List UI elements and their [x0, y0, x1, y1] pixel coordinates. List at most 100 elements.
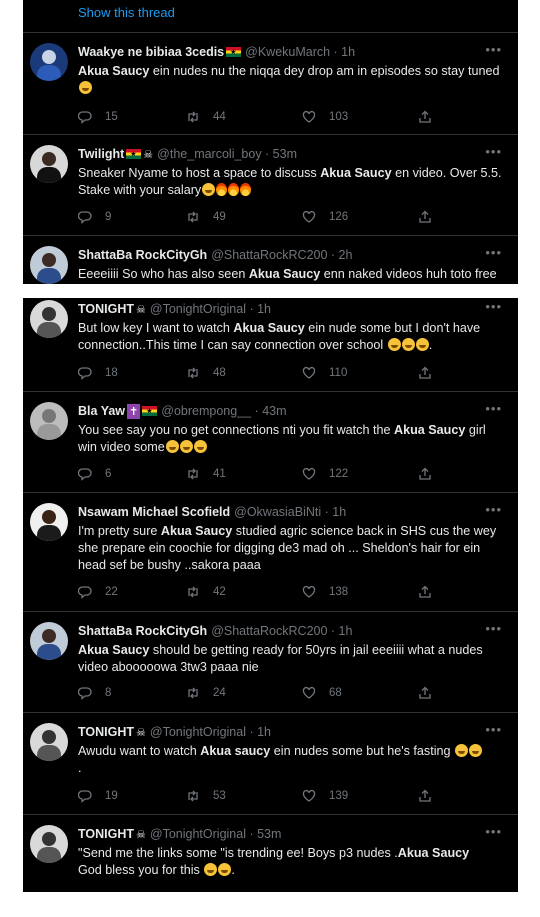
tweet[interactable]: ShattaBa RockCityGh @ShattaRockRC200 · 2h… [23, 235, 518, 284]
tweet-header: TONIGHT ☠ @TonightOriginal · 53m [78, 826, 478, 842]
highlight: Akua Saucy [233, 321, 305, 335]
like-count: 138 [329, 586, 349, 598]
handle-and-time[interactable]: @the_marcoli_boy · 53m [157, 147, 297, 161]
avatar[interactable] [30, 402, 68, 440]
text-part: Awudu want to watch [78, 744, 201, 758]
show-thread-label[interactable]: Show this thread [78, 5, 175, 20]
share-icon [419, 366, 431, 379]
ghana-flag-emoji [226, 45, 242, 60]
ghana-flag-emoji [142, 404, 158, 419]
handle-and-time[interactable]: @OkwasiaBiNti · 1h [234, 505, 346, 519]
handle-and-time[interactable]: @ShattaRockRC200 · 2h [211, 248, 352, 262]
reply-count: 6 [105, 468, 112, 480]
crying-emoji [179, 440, 193, 453]
share-icon [419, 789, 431, 802]
more-icon[interactable]: ••• [485, 299, 502, 314]
show-thread-link[interactable]: Show this thread [23, 0, 518, 30]
reply-icon [78, 367, 92, 380]
more-icon[interactable]: ••• [485, 502, 502, 517]
laughing-emoji [218, 863, 232, 876]
display-name[interactable]: Nsawam Michael Scofield [78, 505, 230, 519]
text-part: But low key I want to watch [78, 321, 234, 335]
handle-and-time[interactable]: @ShattaRockRC200 · 1h [211, 624, 352, 638]
cross-emoji: ✝ [127, 404, 141, 419]
tweet-actions: 19 53 139 [78, 788, 478, 804]
avatar[interactable] [30, 43, 68, 81]
tweet-text: Eeeeiiii So who has also seen Akua Saucy… [78, 266, 503, 284]
like-icon [302, 366, 316, 379]
highlight: Akua Saucy [397, 846, 470, 860]
retweet-count: 48 [213, 367, 226, 379]
avatar[interactable] [30, 723, 68, 761]
highlight: Akua Saucy [160, 524, 233, 538]
like-icon [302, 110, 316, 123]
display-name[interactable]: ShattaBa RockCityGh [78, 624, 207, 638]
more-icon[interactable]: ••• [485, 722, 502, 737]
retweet-count: 41 [213, 468, 226, 480]
display-name[interactable]: TONIGHT [78, 827, 134, 841]
display-name[interactable]: TONIGHT [78, 302, 134, 316]
skull-emoji: ☠ [136, 727, 146, 739]
tweet-header: Waakye ne bibiaa 3cedis @KwekuMarch · 1h [78, 44, 478, 60]
tweet[interactable]: ShattaBa RockCityGh @ShattaRockRC200 · 1h… [23, 611, 518, 711]
like-icon [302, 467, 316, 480]
avatar[interactable] [30, 145, 68, 183]
avatar[interactable] [30, 503, 68, 541]
tweet-header: Bla Yaw✝ @obrempong__ · 43m [78, 403, 478, 419]
tweet[interactable]: TONIGHT ☠ @TonightOriginal · 53m ••• "Send… [23, 814, 518, 892]
retweet-icon [188, 211, 198, 223]
laughing-emoji [387, 338, 401, 351]
highlight: Akua Saucy [248, 267, 321, 281]
avatar[interactable] [30, 246, 68, 284]
timeline-panel-top: Show this thread Waakye ne bibiaa 3cedis… [23, 0, 518, 284]
like-icon [302, 210, 316, 223]
like-count: 139 [329, 790, 349, 802]
skull-emoji: ☠ [136, 829, 146, 841]
text-part: . [78, 761, 82, 775]
more-icon[interactable]: ••• [485, 621, 502, 636]
retweet-count: 42 [213, 586, 226, 598]
retweet-icon [188, 586, 198, 598]
display-name[interactable]: Twilight [78, 147, 124, 161]
handle-and-time[interactable]: @TonightOriginal · 53m [150, 827, 282, 841]
display-name[interactable]: TONIGHT [78, 725, 134, 739]
display-name[interactable]: ShattaBa RockCityGh [78, 248, 207, 262]
laughing-emoji [455, 744, 469, 757]
retweet-icon [188, 468, 198, 480]
handle-and-time[interactable]: @KwekuMarch · 1h [245, 45, 355, 59]
tweet[interactable]: TONIGHT ☠ @TonightOriginal · 1h ••• Awudu … [23, 712, 518, 813]
retweet-count: 49 [213, 211, 226, 223]
tweet-actions: 22 42 138 [78, 584, 478, 600]
text-part: Eeeeiiii So who has also seen [78, 267, 249, 281]
retweet-icon [188, 367, 198, 379]
display-name[interactable]: Bla Yaw [78, 404, 125, 418]
more-icon[interactable]: ••• [485, 245, 502, 260]
avatar[interactable] [30, 300, 68, 338]
avatar[interactable] [30, 825, 68, 863]
tweet[interactable]: Nsawam Michael Scofield @OkwasiaBiNti · 1… [23, 492, 518, 610]
tweet[interactable]: Bla Yaw✝ @obrempong__ · 43m ••• You see s… [23, 391, 518, 491]
like-icon [302, 686, 316, 699]
highlight: Akua Saucy [78, 643, 150, 657]
tweet[interactable]: TONIGHT ☠ @TonightOriginal · 1h ••• But lo… [23, 298, 518, 390]
tweet[interactable]: Waakye ne bibiaa 3cedis@KwekuMarch · 1h … [23, 32, 518, 133]
avatar[interactable] [30, 622, 68, 660]
retweet-count: 44 [213, 111, 226, 123]
skull-emoji: ☠ [136, 304, 146, 316]
tweet-header: ShattaBa RockCityGh @ShattaRockRC200 · 2h [78, 247, 478, 263]
reply-count: 22 [105, 586, 118, 598]
tweet-text: You see say you no get connections nti y… [78, 422, 503, 456]
share-icon [419, 686, 431, 699]
display-name[interactable]: Waakye ne bibiaa 3cedis [78, 45, 224, 59]
more-icon[interactable]: ••• [485, 42, 502, 57]
handle-and-time[interactable]: @TonightOriginal · 1h [150, 302, 271, 316]
tweet[interactable]: Twilight ☠@the_marcoli_boy · 53m ••• Snea… [23, 134, 518, 235]
handle-and-time[interactable]: @TonightOriginal · 1h [150, 725, 271, 739]
more-icon[interactable]: ••• [485, 401, 502, 416]
more-icon[interactable]: ••• [485, 144, 502, 159]
more-icon[interactable]: ••• [485, 824, 502, 839]
handle-and-time[interactable]: @obrempong__ · 43m [161, 404, 286, 418]
tweet-text: Awudu want to watch Akua saucy ein nudes… [78, 743, 503, 777]
fire-emoji [228, 183, 240, 196]
like-icon [302, 585, 316, 598]
